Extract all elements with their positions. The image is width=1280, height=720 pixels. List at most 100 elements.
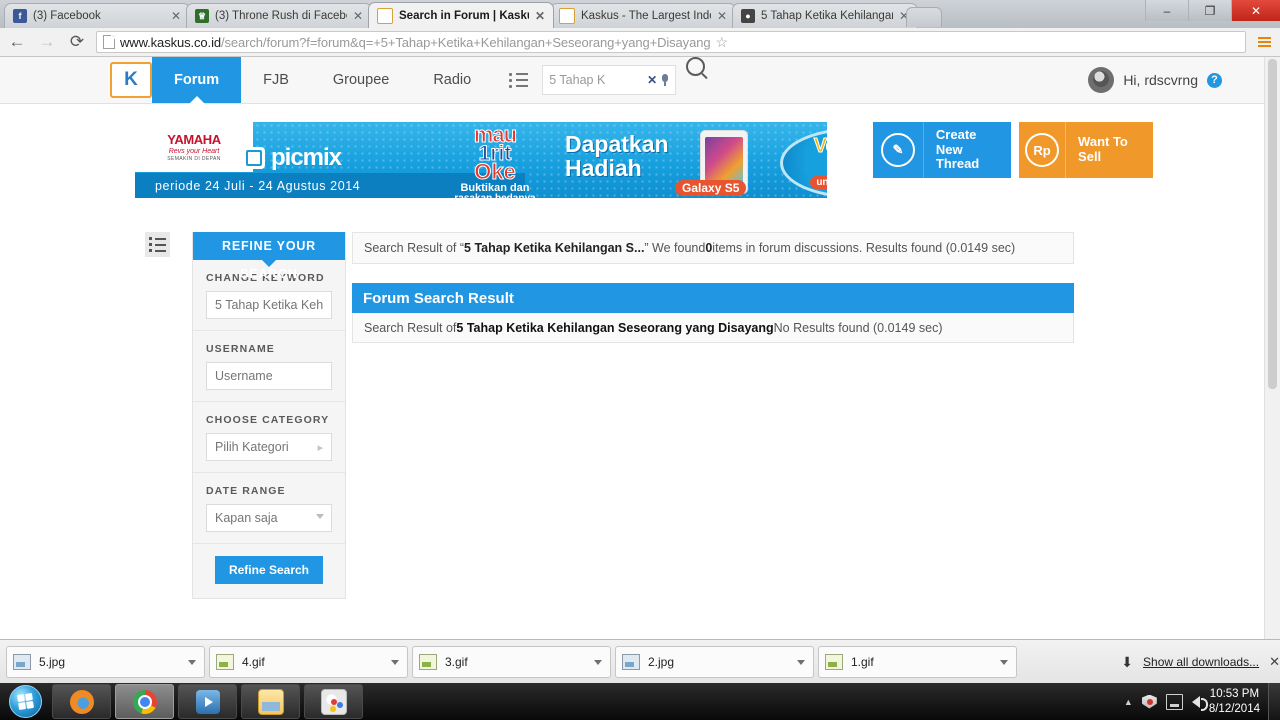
view-toggle-icon[interactable] [145,232,170,257]
maximize-button[interactable]: ❐ [1188,0,1231,21]
nav-item-fjb[interactable]: FJB [241,57,311,103]
field-label: USERNAME [206,343,275,355]
browser-tab-0[interactable]: f (3) Facebook ✕ [4,3,190,28]
date-range-select[interactable] [206,504,332,532]
download-item[interactable]: 5.jpg [6,646,205,678]
download-menu-icon[interactable] [391,659,399,665]
nav-item-radio[interactable]: Radio [411,57,493,103]
microphone-icon[interactable] [661,74,669,86]
scrollbar-thumb[interactable] [1268,59,1277,389]
clock-date: 8/12/2014 [1208,702,1260,715]
game-icon: ♕ [195,9,209,23]
field-label: CHOOSE CATEGORY [206,414,330,426]
summary-count: 0 [705,241,713,255]
nav-item-forum[interactable]: Forum [152,57,242,103]
taskbar-paint[interactable] [304,684,363,719]
image-file-icon [825,654,843,670]
kaskus-logo[interactable]: K [110,62,152,98]
create-thread-line2: Thread [935,156,980,172]
download-menu-icon[interactable] [594,659,602,665]
download-file-name: 5.jpg [39,655,66,669]
refine-search-button[interactable]: Refine Search [214,556,324,584]
image-file-icon [13,654,31,670]
forward-icon[interactable]: → [36,31,58,53]
blog-icon: ● [741,9,755,23]
tab-close-icon[interactable]: ✕ [535,10,545,22]
network-icon[interactable] [1165,693,1183,710]
bookmark-star-icon[interactable]: ☆ [715,34,730,51]
refine-button-row: Refine Search [193,544,345,598]
tab-close-icon[interactable]: ✕ [171,10,181,22]
download-menu-icon[interactable] [1000,659,1008,665]
user-area[interactable]: Hi, rdscvrng ? [1088,57,1222,103]
tab-close-icon[interactable]: ✕ [353,10,363,22]
tab-title: Search in Forum | Kaskus [399,9,529,22]
download-item[interactable]: 2.jpg [615,646,814,678]
nav-item-groupee[interactable]: Groupee [311,57,411,103]
browser-tab-1[interactable]: ♕ (3) Throne Rush di Facebo ✕ [186,3,372,28]
download-item[interactable]: 1.gif [818,646,1017,678]
yamaha-sub: SEMAKIN DI DEPAN [167,156,221,162]
reload-icon[interactable]: ⟳ [66,31,88,53]
create-new-thread-button[interactable]: ✎ Create New Thread [873,122,1011,178]
chrome-icon [132,689,157,714]
site-search-input[interactable]: 5 Tahap K ✕ [542,65,677,95]
taskbar-media-player[interactable] [178,684,237,719]
minimize-button[interactable]: – [1145,0,1188,21]
chrome-menu-icon[interactable] [1254,37,1274,47]
voucher-line-1: Voucher [813,135,827,158]
taskbar-firefox[interactable] [52,684,111,719]
volume-icon[interactable] [1191,695,1208,711]
firefox-icon [69,689,94,714]
browser-tab-2[interactable]: K Search in Forum | Kaskus ✕ [368,2,554,28]
close-window-button[interactable]: ✕ [1231,0,1280,21]
close-downloads-bar-icon[interactable]: ✕ [1269,654,1280,670]
media-player-icon [195,689,220,714]
banner-prize-text: Dapatkan Hadiah [565,132,669,180]
download-menu-icon[interactable] [797,659,805,665]
clock[interactable]: 10:53 PM 8/12/2014 [1209,687,1260,716]
image-file-icon [216,654,234,670]
category-list-icon[interactable] [509,57,528,103]
forum-search-result-body: Search Result of 5 Tahap Ketika Kehilang… [352,313,1074,343]
tab-close-icon[interactable]: ✕ [717,10,727,22]
page-scrollbar[interactable] [1264,57,1280,639]
screen: f (3) Facebook ✕ ♕ (3) Throne Rush di Fa… [0,0,1280,720]
change-keyword-input[interactable] [206,291,332,319]
taskbar-explorer[interactable] [241,684,300,719]
want-to-sell-button[interactable]: Rp Want To Sell [1019,122,1153,178]
choose-category-select[interactable] [206,433,332,461]
search-clear-icon[interactable]: ✕ [647,73,657,87]
browser-tab-4[interactable]: ● 5 Tahap Ketika Kehilangan ✕ [732,3,918,28]
start-button[interactable] [2,685,48,719]
download-item[interactable]: 4.gif [209,646,408,678]
field-label: DATE RANGE [206,485,286,497]
download-menu-icon[interactable] [188,659,196,665]
tab-title: (3) Throne Rush di Facebo [215,10,347,22]
download-file-name: 1.gif [851,655,874,669]
site-header: K Forum FJB Groupee Radio 5 Tahap K ✕ Hi… [0,57,1280,104]
slogan-line-5: rasakan bedanya [425,194,565,198]
download-item[interactable]: 3.gif [412,646,611,678]
search-icon[interactable] [686,57,706,76]
slogan-line-3: Oke [474,158,517,184]
security-icon[interactable] [1141,694,1157,709]
show-hidden-icons-icon[interactable]: ▲ [1124,697,1133,707]
advertisement-banner[interactable]: YAMAHA Revs your Heart SEMAKIN DI DEPAN … [135,122,827,198]
new-tab-button[interactable] [906,7,942,27]
download-file-name: 2.jpg [648,655,675,669]
avatar[interactable] [1088,67,1115,93]
username-input[interactable] [206,362,332,390]
taskbar-chrome[interactable] [115,684,174,719]
show-desktop-button[interactable] [1268,683,1280,720]
refine-search-sidebar: REFINE YOUR SEARCH CHANGE KEYWORD USERNA… [192,232,346,599]
address-bar[interactable]: www.kaskus.co.id/search/forum?f=forum&q=… [96,31,1246,53]
browser-tab-3[interactable]: K Kaskus - The Largest Indo ✕ [550,3,736,28]
help-icon[interactable]: ? [1207,72,1222,88]
banner-row: YAMAHA Revs your Heart SEMAKIN DI DEPAN … [0,122,1280,204]
back-icon[interactable]: ← [6,31,28,53]
show-all-downloads-link[interactable]: Show all downloads... [1143,655,1259,669]
banner-slogan: mau 1rit Oke Buktikan dan rasakan bedany… [425,123,565,198]
tab-title: 5 Tahap Ketika Kehilangan [761,10,893,22]
create-thread-line1: Create New [935,126,977,157]
